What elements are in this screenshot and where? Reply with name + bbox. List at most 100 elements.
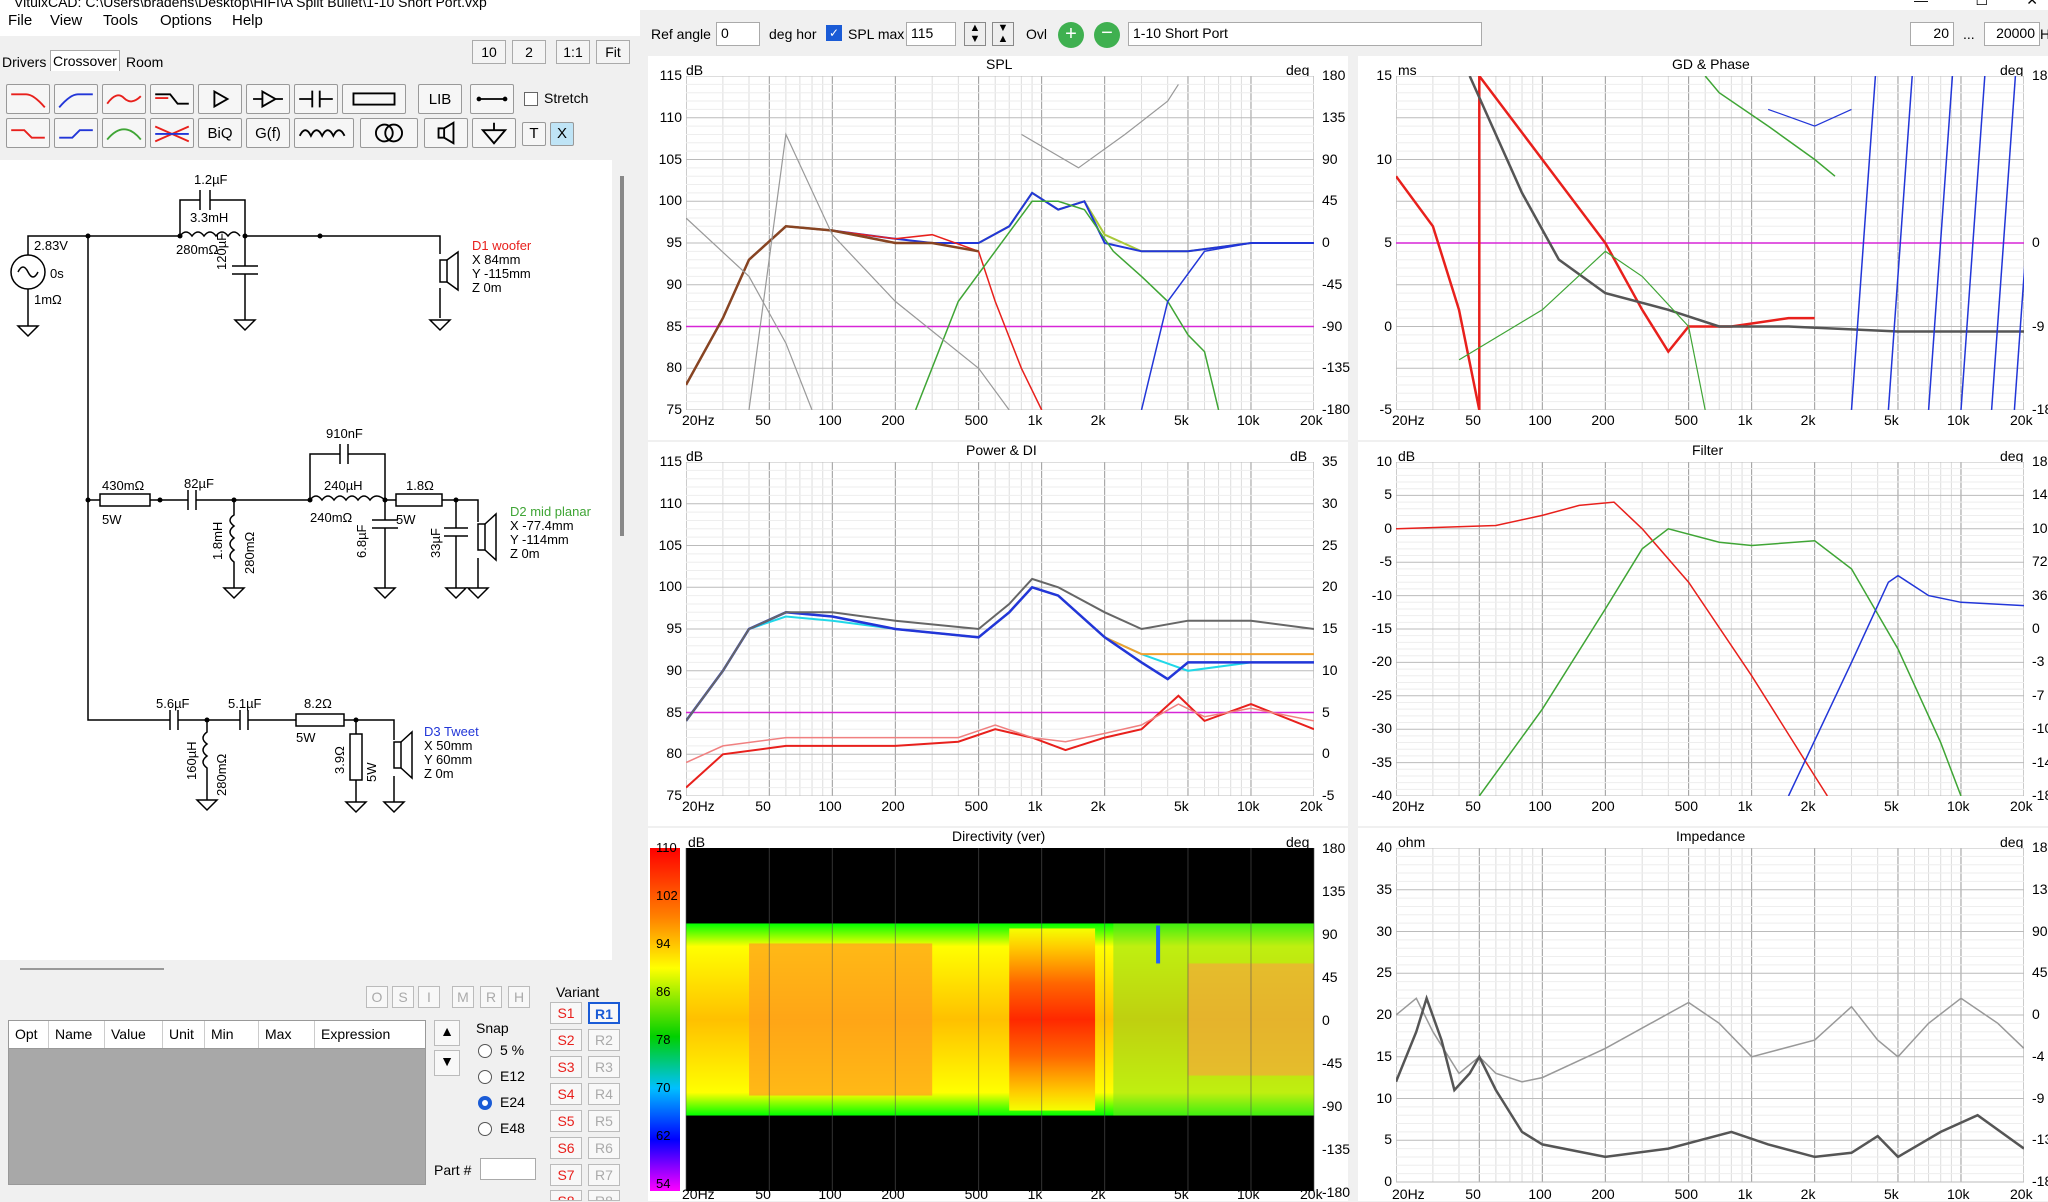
osim-i-button[interactable]: I [418, 986, 440, 1008]
add-overlay-icon[interactable]: + [1058, 22, 1084, 48]
variant-s6[interactable]: S6 [550, 1137, 582, 1159]
driver-tool[interactable] [424, 118, 468, 148]
zoom-2-button[interactable]: 2 [512, 40, 546, 64]
spl-chart[interactable] [686, 76, 1314, 410]
variant-s2[interactable]: S2 [550, 1029, 582, 1051]
spl-max-spinner[interactable]: ▲ ▼ [964, 22, 986, 46]
resistor-tool[interactable] [342, 84, 406, 114]
text-tool-button[interactable]: T [522, 122, 546, 146]
variant-r1[interactable]: R1 [588, 1002, 620, 1024]
spl-max-input[interactable]: 115 [906, 22, 956, 46]
freq-max-input[interactable]: 20000 [1984, 22, 2040, 46]
splitter-handle[interactable] [20, 968, 164, 970]
inductor-tool[interactable] [294, 118, 354, 148]
overlay-name-input[interactable]: 1-10 Short Port [1128, 22, 1482, 46]
buffer-tool[interactable] [198, 84, 242, 114]
stretch-checkbox[interactable] [524, 92, 538, 106]
osim-h-button[interactable]: H [508, 986, 530, 1008]
variant-r4[interactable]: R4 [588, 1083, 620, 1105]
notch-tool[interactable] [150, 118, 194, 148]
transformer-tool[interactable] [360, 118, 418, 148]
osim-s-button[interactable]: S [392, 986, 414, 1008]
wire-tool[interactable] [470, 84, 514, 114]
bandpass-green-tool[interactable] [102, 118, 146, 148]
tab-drivers[interactable]: Drivers [0, 52, 48, 72]
variant-s7[interactable]: S7 [550, 1164, 582, 1186]
tab-room[interactable]: Room [124, 52, 165, 72]
menu-file[interactable]: File [8, 12, 32, 29]
filter-chart[interactable] [1396, 462, 2024, 796]
impedance-chart[interactable] [1396, 848, 2024, 1201]
move-down-button[interactable]: ▼ [434, 1050, 460, 1076]
snap-e12-radio[interactable] [478, 1070, 492, 1084]
bandpass-red-tool[interactable] [102, 84, 146, 114]
opamp-tool[interactable] [246, 84, 290, 114]
variant-r3[interactable]: R3 [588, 1056, 620, 1078]
osim-r-button[interactable]: R [480, 986, 502, 1008]
gd-chart[interactable] [1396, 76, 2024, 410]
spl-x-tick: 20Hz [682, 412, 715, 428]
zoom-10-button[interactable]: 10 [472, 40, 506, 64]
menu-bar [0, 10, 640, 36]
highpass2-blue-tool[interactable] [54, 118, 98, 148]
menu-view[interactable]: View [50, 12, 82, 29]
maximize-icon[interactable]: ☐ [1975, 0, 1988, 9]
snap-e48-radio[interactable] [478, 1122, 492, 1136]
power-chart[interactable] [686, 462, 1314, 796]
zoom-fit-button[interactable]: Fit [596, 40, 630, 64]
highpass-blue-tool[interactable] [54, 84, 98, 114]
schematic-scrollbar[interactable] [620, 176, 624, 536]
osim-m-button[interactable]: M [452, 986, 474, 1008]
menu-tools[interactable]: Tools [103, 12, 138, 29]
tweet-l-shunt: 160µH [184, 741, 199, 780]
impedance-y-tick: 10 [1376, 1089, 1392, 1106]
tab-crossover[interactable]: Crossover [50, 50, 120, 71]
variant-r2[interactable]: R2 [588, 1029, 620, 1051]
capacitor-tool[interactable] [294, 84, 338, 114]
schematic-canvas[interactable]: 2.83V 0s 1mΩ 1.2µF 3.3mH 280mΩ 120µF D1 … [0, 160, 612, 960]
spl-x-tick: 5k [1173, 412, 1189, 428]
snap-5pct-radio[interactable] [478, 1044, 492, 1058]
close-icon[interactable]: ✕ [2026, 0, 2038, 9]
spl-max-checkbox[interactable]: ✓ [826, 25, 842, 41]
directivity-scale-tick: 78 [656, 1032, 671, 1047]
biquad-button[interactable]: BiQ [198, 118, 242, 148]
library-button[interactable]: LIB [418, 84, 462, 114]
delete-tool-button[interactable]: X [550, 122, 574, 146]
spl-fit-button[interactable]: ▼ ▲ [992, 22, 1014, 46]
ref-angle-input[interactable]: 0 [716, 22, 760, 46]
impedance-right-tick: -9 [2032, 1089, 2045, 1106]
tweet-c2: 5.1µF [228, 696, 262, 711]
lowpass-red-tool[interactable] [6, 84, 50, 114]
remove-overlay-icon[interactable]: − [1094, 22, 1120, 48]
variant-s8[interactable]: S8 [550, 1190, 582, 1201]
move-up-button[interactable]: ▲ [434, 1020, 460, 1046]
part-number-input[interactable] [480, 1158, 536, 1180]
menu-options[interactable]: Options [160, 12, 212, 29]
variant-s4[interactable]: S4 [550, 1083, 582, 1105]
minimize-icon[interactable]: — [1914, 0, 1928, 8]
variant-s1[interactable]: S1 [550, 1002, 582, 1024]
part-number-label: Part # [434, 1162, 472, 1178]
gf-button[interactable]: G(f) [246, 118, 290, 148]
impedance-x-tick: 2k [1800, 1186, 1816, 1202]
parameter-table[interactable]: Opt Name Value Unit Min Max Expression [8, 1020, 426, 1185]
variant-r5[interactable]: R5 [588, 1110, 620, 1132]
filter-x-tick: 500 [1674, 798, 1698, 814]
osim-o-button[interactable]: O [366, 986, 388, 1008]
directivity-chart[interactable] [650, 848, 1350, 1201]
variant-r7[interactable]: R7 [588, 1164, 620, 1186]
variant-r6[interactable]: R6 [588, 1137, 620, 1159]
gd-x-tick: 5k [1883, 412, 1899, 428]
menu-help[interactable]: Help [232, 12, 263, 29]
directivity-x-tick: 20Hz [682, 1186, 715, 1202]
shelf-tool[interactable] [150, 84, 194, 114]
variant-s5[interactable]: S5 [550, 1110, 582, 1132]
zoom-1to1-button[interactable]: 1:1 [556, 40, 590, 64]
ground-tool[interactable] [472, 118, 516, 148]
lowpass2-red-tool[interactable] [6, 118, 50, 148]
snap-e24-radio[interactable] [478, 1096, 492, 1110]
freq-min-input[interactable]: 20 [1910, 22, 1954, 46]
variant-s3[interactable]: S3 [550, 1056, 582, 1078]
variant-r8[interactable]: R8 [588, 1190, 620, 1201]
